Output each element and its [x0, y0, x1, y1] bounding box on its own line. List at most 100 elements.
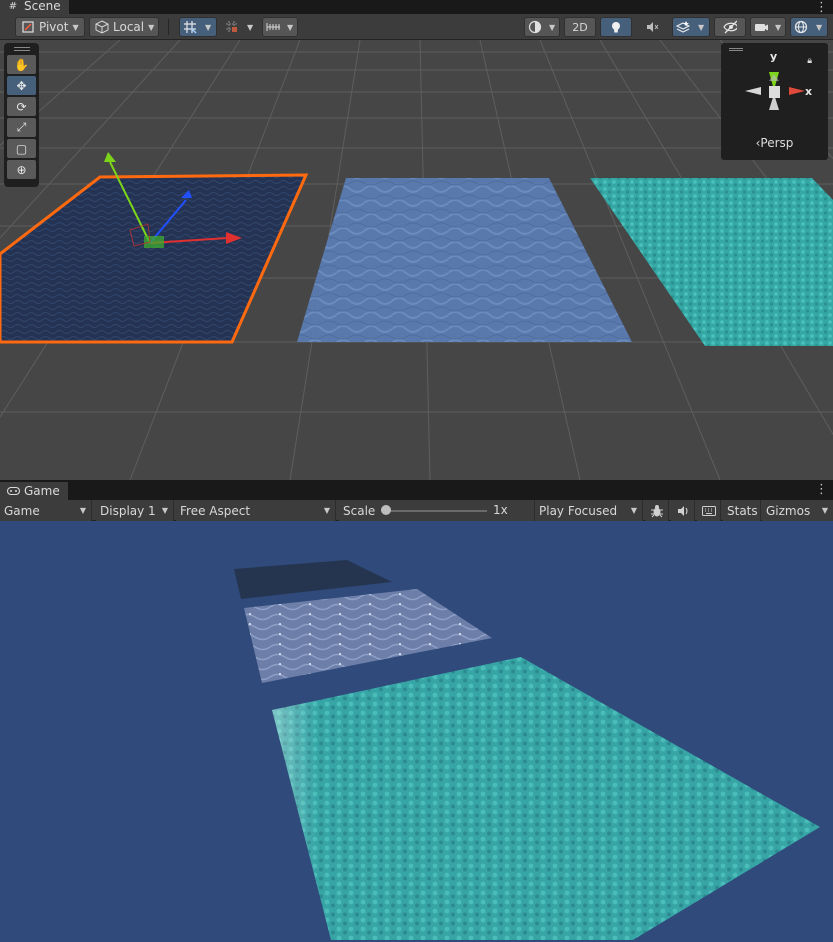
lighting-toggle[interactable]: [600, 17, 632, 37]
game-menu-icon[interactable]: ⋮: [815, 482, 828, 500]
persp-label[interactable]: ‹Persp: [721, 136, 828, 150]
chevron-down-icon: ▼: [287, 22, 294, 32]
eye-hidden-icon: [723, 20, 737, 34]
scale-slider-track[interactable]: [383, 510, 487, 512]
visibility-toggle[interactable]: [714, 17, 746, 37]
snap-ruler-toggle[interactable]: ▼: [262, 17, 298, 37]
increment-snap-toggle[interactable]: ▼: [221, 17, 259, 37]
grid-snap-icon: [183, 20, 197, 34]
scale-label: Scale: [343, 503, 376, 518]
chevron-down-icon: ▼: [549, 22, 556, 32]
gizmos-dropdown[interactable]: ▼: [790, 17, 828, 37]
game-viewport[interactable]: [0, 521, 833, 942]
lightbulb-icon: [609, 20, 623, 34]
scale-value: 1x: [493, 503, 508, 517]
rect-tool-button[interactable]: ▢: [7, 139, 36, 158]
hand-tool-button[interactable]: ✋: [7, 55, 36, 74]
shortcuts-button[interactable]: [697, 500, 721, 521]
game-view-select[interactable]: Game ▼: [0, 500, 92, 521]
display-select-label: Display 1: [100, 503, 156, 518]
teal-water-plane: [590, 178, 833, 346]
chevron-down-icon: ▼: [161, 506, 168, 515]
play-mode-select-label: Play Focused: [539, 503, 618, 518]
camera-icon: [754, 20, 768, 34]
ruler-icon: [266, 20, 280, 34]
rotate-tool-button[interactable]: ⟳: [7, 97, 36, 116]
scale-tool-button[interactable]: ⤢: [7, 118, 36, 137]
scene-grid-icon: #: [8, 0, 18, 12]
scene-canvas: [0, 40, 833, 480]
rect-icon: ▢: [15, 141, 28, 156]
chevron-down-icon: ▼: [821, 506, 828, 515]
tool-palette-grip[interactable]: [13, 47, 30, 51]
speaker-icon: [676, 504, 690, 518]
game-dark-plane: [234, 560, 392, 599]
effects-layers-icon: [676, 20, 690, 34]
2d-label: 2D: [572, 20, 588, 34]
tab-game-label: Game: [24, 484, 60, 498]
scale-slider-knob[interactable]: [381, 505, 391, 515]
bug-icon: [650, 504, 664, 518]
pivot-dropdown[interactable]: Pivot ▼: [15, 17, 85, 37]
shading-sphere-icon: [528, 20, 542, 34]
tab-scene[interactable]: # Scene: [0, 0, 69, 15]
tab-game[interactable]: Game: [0, 482, 68, 500]
move-icon: ✥: [16, 78, 27, 93]
aspect-select[interactable]: Free Aspect ▼: [176, 500, 336, 521]
move-tool-button[interactable]: ✥: [7, 76, 36, 95]
game-view-select-label: Game: [4, 503, 40, 518]
rotate-icon: ⟳: [16, 99, 27, 114]
chevron-down-icon: ▼: [323, 506, 330, 515]
dark-water-plane: [0, 173, 309, 344]
display-select[interactable]: Display 1 ▼: [96, 500, 174, 521]
game-tab-strip: Game ⋮: [0, 482, 833, 500]
local-label: Local: [113, 20, 145, 34]
chevron-down-icon: ▼: [205, 22, 212, 32]
tool-palette: ✋ ✥ ⟳ ⤢ ▢ ⊕: [4, 43, 39, 187]
blue-water-plane: [297, 178, 632, 342]
chevron-down-icon: ▼: [148, 22, 155, 32]
game-canvas: [234, 560, 820, 940]
scene-toolbar: Pivot ▼ Local ▼ ▼ ▼ ▼ ▼ 2D ▼ ▼ ▼: [0, 14, 833, 40]
play-mode-select[interactable]: Play Focused ▼: [534, 500, 643, 521]
chevron-down-icon: ▼: [698, 22, 705, 32]
local-dropdown[interactable]: Local ▼: [89, 17, 159, 37]
gizmo-y-label: y: [770, 50, 778, 63]
tab-scene-label: Scene: [24, 0, 61, 13]
scene-viewport[interactable]: ✋ ✥ ⟳ ⤢ ▢ ⊕ 🔒︎ y x ‹Persp: [0, 40, 833, 480]
globe-gizmo-icon: [794, 20, 808, 34]
frame-debugger-button[interactable]: [645, 500, 669, 521]
chevron-down-icon: ▼: [72, 22, 79, 32]
aspect-select-label: Free Aspect: [180, 503, 251, 518]
keyboard-icon: [701, 504, 716, 518]
chevron-down-icon: ▼: [775, 22, 782, 32]
draw-mode-dropdown[interactable]: ▼: [524, 17, 560, 37]
stats-label: Stats: [727, 503, 758, 518]
chevron-down-icon: ▼: [79, 506, 86, 515]
orientation-gizmo[interactable]: 🔒︎ y x ‹Persp: [721, 43, 828, 160]
increment-snap-icon: [225, 20, 239, 34]
game-glass-plane: [244, 589, 492, 683]
gizmo-x-label: x: [805, 85, 813, 98]
local-cube-icon: [95, 20, 109, 34]
transform-icon: ⊕: [16, 162, 27, 177]
speaker-mute-icon: [645, 20, 659, 34]
game-toolbar: Game ▼ Display 1 ▼ Free Aspect ▼ Scale 1…: [0, 500, 833, 521]
scale-icon: ⤢: [16, 120, 27, 134]
grid-snap-toggle[interactable]: ▼: [179, 17, 217, 37]
toolbar-divider: [168, 19, 169, 35]
pivot-label: Pivot: [39, 20, 69, 34]
hand-icon: ✋: [14, 57, 29, 72]
gamepad-icon: [6, 484, 20, 498]
audio-toggle[interactable]: [636, 17, 668, 37]
gizmos-game-dropdown[interactable]: Gizmos ▼: [762, 500, 833, 521]
camera-dropdown[interactable]: ▼: [750, 17, 786, 37]
stats-button[interactable]: Stats: [723, 500, 761, 521]
2d-toggle-button[interactable]: 2D: [564, 17, 596, 37]
transform-tool-button[interactable]: ⊕: [7, 160, 36, 179]
mute-audio-button[interactable]: [671, 500, 695, 521]
chevron-down-icon: ▼: [247, 22, 254, 32]
chevron-down-icon: ▼: [816, 22, 823, 32]
effects-dropdown[interactable]: ▼: [672, 17, 710, 37]
chevron-down-icon: ▼: [630, 506, 637, 515]
